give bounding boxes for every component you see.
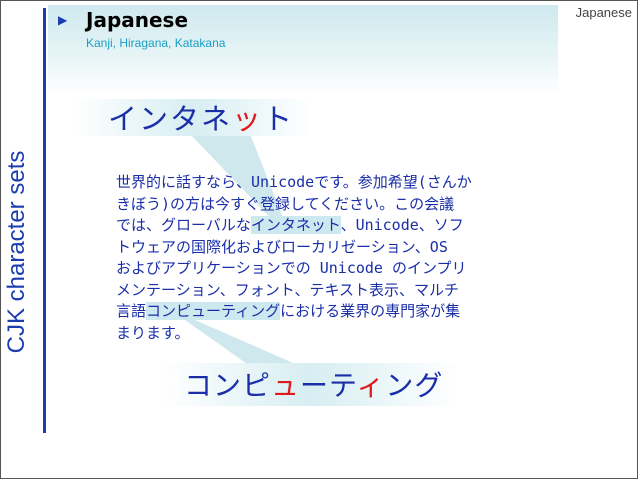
body-line: およびアプリケーションでの Unicode のインプリ: [116, 259, 467, 277]
body-paragraph: 世界的に話すなら、Unicodeです。参加希望(さんか きぼう)の方は今すぐ登録…: [116, 172, 541, 344]
body-line: 世界的に話すなら、Unicodeです。参加希望(さんか: [116, 173, 472, 191]
body-text-segment: では、グローバルな: [116, 216, 251, 234]
body-line: きぼう)の方は今すぐ登録してください。この会議: [116, 194, 455, 213]
body-line: では、グローバルなインタネット、Unicode、ソフ: [116, 215, 541, 237]
top-callout-highlight: ッ: [232, 102, 264, 136]
bottom-callout-text: コンピューティング: [184, 364, 443, 404]
bottom-callout-part: コンピ: [184, 369, 272, 402]
top-callout-part: ト: [263, 102, 295, 136]
bottom-callout-part: ーテ: [300, 369, 357, 402]
top-callout-text: インタネット: [108, 96, 294, 138]
bottom-callout-part: ング: [385, 369, 444, 402]
body-line: トウェアの国際化およびローカリゼーション、OS: [116, 237, 448, 256]
top-callout-part: インタネ: [108, 102, 233, 136]
body-text-segment: 言語: [116, 302, 147, 320]
body-highlight: インタネット: [250, 216, 341, 234]
body-highlight: コンピューティング: [146, 302, 281, 320]
body-text-segment: における業界の専門家が集: [280, 302, 461, 320]
bottom-callout-highlight: ィ: [356, 369, 386, 402]
body-line: メンテーション、フォント、テキスト表示、マルチ: [116, 280, 460, 299]
body-line: まります。: [116, 323, 190, 342]
body-text-segment: 、Unicode、ソフ: [340, 216, 464, 234]
bottom-callout-highlight: ュ: [271, 369, 301, 402]
body-line: 言語コンピューティングにおける業界の専門家が集: [116, 301, 541, 323]
